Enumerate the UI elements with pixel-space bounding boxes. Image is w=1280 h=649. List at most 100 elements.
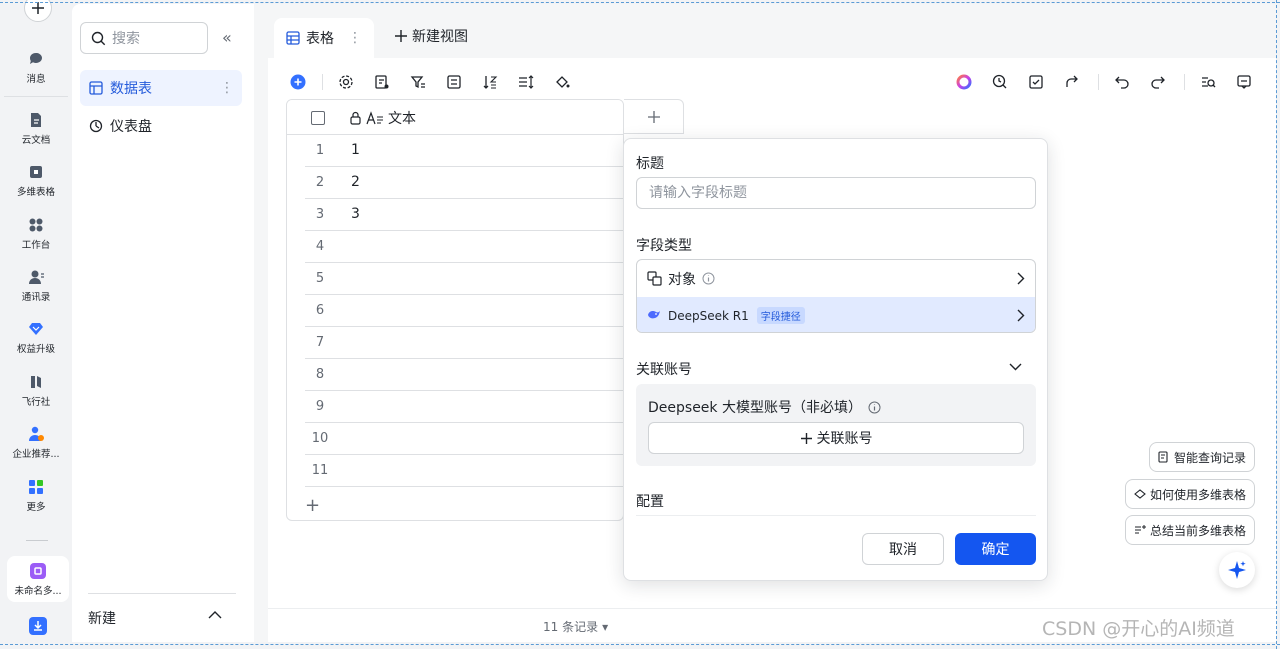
field-type-object[interactable]: 对象 <box>637 260 1035 297</box>
download-icon <box>34 621 42 631</box>
ai-assistant-button[interactable] <box>1219 552 1255 588</box>
toolbar-divider <box>322 74 323 90</box>
rail-divider <box>4 96 68 97</box>
nav-divider <box>88 593 236 594</box>
rail-label: 通讯录 <box>21 292 51 303</box>
chevron-down-icon[interactable] <box>1009 363 1022 371</box>
create-button[interactable] <box>24 0 52 22</box>
ai-chip-label: 如何使用多维表格 <box>1150 487 1247 502</box>
rail-item-base[interactable]: 多维表格 <box>0 163 72 213</box>
collapse-sidebar-icon[interactable]: « <box>222 28 232 47</box>
comment-icon[interactable] <box>1236 74 1252 90</box>
add-column-button[interactable] <box>624 99 684 134</box>
rail-item-contacts[interactable]: 通讯录 <box>0 268 72 318</box>
add-record-icon[interactable] <box>290 74 306 90</box>
more-icon[interactable]: ⋮ <box>220 80 234 96</box>
rail-label: 飞行社 <box>21 397 51 408</box>
view-toolbar <box>268 66 1276 98</box>
chevron-up-icon[interactable] <box>208 610 222 620</box>
confirm-button[interactable]: 确定 <box>955 533 1036 565</box>
rail-item-upgrade[interactable]: 权益升级 <box>0 320 72 370</box>
undo-icon[interactable] <box>1114 74 1130 90</box>
field-type-deepseek[interactable]: DeepSeek R1 字段捷径 <box>637 297 1035 332</box>
record-count-label: 11 条记录 <box>543 620 599 634</box>
table-row[interactable]: 22 <box>305 167 623 199</box>
table-row[interactable]: 33 <box>305 199 623 231</box>
rail-item-messages[interactable]: 消息 <box>0 50 72 100</box>
sparkle-icon <box>1228 561 1246 579</box>
rail-item-club[interactable]: 飞行社 <box>0 373 72 423</box>
share-icon[interactable] <box>1064 74 1080 90</box>
row-number: 3 <box>315 207 325 222</box>
cell-value[interactable]: 1 <box>351 142 360 158</box>
ai-chip-how-to-use[interactable]: 如何使用多维表格 <box>1125 479 1256 509</box>
table-row[interactable]: 9 <box>305 391 623 423</box>
link-account-button[interactable]: 关联账号 <box>648 422 1024 454</box>
find-icon[interactable] <box>1200 74 1216 90</box>
search-box[interactable]: 搜索 <box>80 22 208 54</box>
more-icon[interactable]: ⋮ <box>348 30 362 46</box>
table-row[interactable]: 10 <box>305 423 623 455</box>
new-button[interactable]: 新建 <box>88 608 116 628</box>
popover-divider <box>636 515 1036 516</box>
settings-icon[interactable] <box>338 74 354 90</box>
nav-item-dashboard[interactable]: 仪表盘 <box>80 108 242 144</box>
tab-table-view[interactable]: 表格 ⋮ <box>274 18 374 58</box>
group-icon[interactable] <box>446 74 462 90</box>
sort-icon[interactable] <box>482 74 498 90</box>
row-number: 10 <box>311 431 329 446</box>
table-row[interactable]: 4 <box>305 231 623 263</box>
field-type-deepseek-label: DeepSeek R1 <box>668 308 749 323</box>
row-number: 2 <box>315 175 325 190</box>
new-view-button[interactable]: 新建视图 <box>394 26 468 46</box>
table-row[interactable]: 11 <box>305 455 623 487</box>
rail-label: 权益升级 <box>16 344 55 355</box>
query-record-icon <box>1158 451 1168 463</box>
table-icon <box>89 81 103 95</box>
download-button[interactable] <box>29 617 47 635</box>
rail-divider <box>26 540 48 541</box>
config-label: 配置 <box>636 494 664 510</box>
rail-item-cloud-docs[interactable]: 云文档 <box>0 111 72 161</box>
filter-icon[interactable] <box>410 74 426 90</box>
column-header-text[interactable]: 文本 <box>349 108 416 128</box>
redo-icon[interactable] <box>1150 74 1166 90</box>
field-title-input[interactable] <box>636 177 1036 209</box>
ai-assistant-icon[interactable] <box>956 74 972 90</box>
table-row[interactable]: 6 <box>305 295 623 327</box>
info-icon[interactable] <box>868 401 881 414</box>
table-row[interactable]: 5 <box>305 263 623 295</box>
form-icon[interactable] <box>1028 74 1044 90</box>
table-row[interactable]: 11 <box>305 135 623 167</box>
toolbar-divider <box>1184 74 1185 90</box>
select-all-checkbox[interactable] <box>311 111 325 125</box>
ai-chip-summarize[interactable]: 总结当前多维表格 <box>1125 515 1256 545</box>
caret-down-icon: ▾ <box>602 619 609 634</box>
ai-chip-query-records[interactable]: 智能查询记录 <box>1149 442 1256 472</box>
rail-item-recommend[interactable]: 企业推荐... <box>0 425 72 475</box>
info-icon[interactable] <box>702 272 715 285</box>
field-settings-icon[interactable] <box>374 74 390 90</box>
row-height-icon[interactable] <box>518 74 534 90</box>
rail-open-app[interactable]: 未命名多... <box>7 556 69 602</box>
rail-open-app-label: 未命名多... <box>14 585 62 597</box>
app-rail: 消息 云文档 多维表格 工作台 通讯录 权益升级 飞行社 企业推荐... 更多 … <box>0 0 72 649</box>
account-description: Deepseek 大模型账号（非必填） <box>648 397 881 417</box>
rail-item-more[interactable]: 更多 <box>0 478 72 528</box>
nav-item-data-table[interactable]: 数据表 ⋮ <box>80 70 242 106</box>
club-icon <box>31 376 41 388</box>
record-count[interactable]: 11 条记录 ▾ <box>543 618 608 635</box>
cell-value[interactable]: 3 <box>351 206 360 222</box>
ai-chip-label: 总结当前多维表格 <box>1150 523 1247 538</box>
rail-label: 消息 <box>26 74 46 85</box>
automation-icon[interactable] <box>992 74 1008 90</box>
field-shortcut-badge: 字段捷径 <box>756 307 805 324</box>
cell-value[interactable]: 2 <box>351 174 360 190</box>
cancel-button[interactable]: 取消 <box>862 533 944 565</box>
table-row[interactable]: 7 <box>305 327 623 359</box>
rail-item-workplace[interactable]: 工作台 <box>0 216 72 266</box>
rail-label: 更多 <box>26 502 46 513</box>
add-row-button[interactable]: + <box>305 495 320 516</box>
table-row[interactable]: 8 <box>305 359 623 391</box>
fill-color-icon[interactable] <box>554 74 570 90</box>
